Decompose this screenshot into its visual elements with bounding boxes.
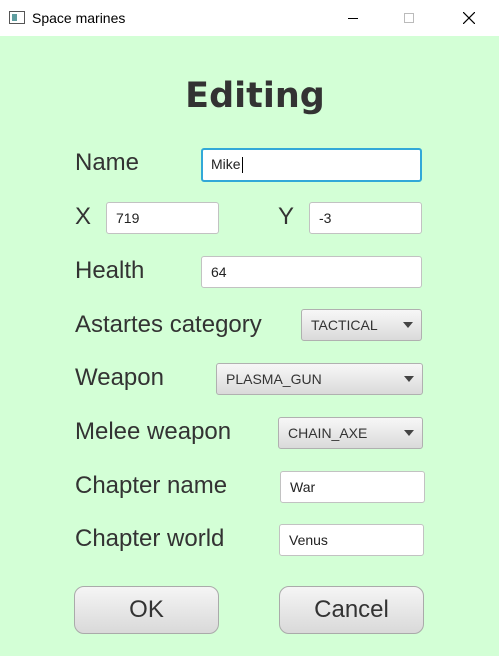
close-button[interactable] [446, 0, 492, 36]
y-input[interactable]: -3 [309, 202, 422, 234]
y-label: Y [278, 203, 295, 230]
melee-weapon-select[interactable]: CHAIN_AXE [278, 417, 423, 449]
name-input[interactable]: Mike [201, 148, 422, 182]
x-input[interactable]: 719 [106, 202, 219, 234]
chapter-world-input[interactable]: Venus [279, 524, 424, 556]
window-title: Space marines [32, 10, 126, 26]
name-label: Name [75, 149, 140, 176]
health-value: 64 [211, 264, 227, 280]
chapter-name-value: War [290, 479, 316, 495]
page-title: Editing [185, 76, 325, 116]
name-value: Mike [211, 156, 241, 172]
chapter-name-input[interactable]: War [280, 471, 425, 503]
minimize-icon [348, 17, 358, 19]
title-bar: Space marines [0, 0, 499, 36]
close-icon [463, 12, 475, 24]
x-label: X [75, 203, 92, 230]
weapon-select[interactable]: PLASMA_GUN [216, 363, 423, 395]
maximize-button[interactable] [386, 0, 432, 36]
cancel-button[interactable]: Cancel [279, 586, 424, 634]
chapter-name-label: Chapter name [75, 472, 228, 499]
app-window-icon [9, 11, 25, 24]
y-value: -3 [319, 210, 332, 226]
chevron-down-icon [404, 376, 414, 382]
weapon-value: PLASMA_GUN [226, 371, 322, 387]
melee-weapon-value: CHAIN_AXE [288, 425, 368, 441]
weapon-label: Weapon [75, 364, 164, 391]
chevron-down-icon [403, 322, 413, 328]
chapter-world-label: Chapter world [75, 525, 225, 552]
astartes-category-value: TACTICAL [311, 317, 378, 333]
form-panel: Editing Name Mike X 719 Y -3 Health 64 A… [0, 36, 499, 656]
melee-weapon-label: Melee weapon [75, 418, 232, 445]
ok-button[interactable]: OK [74, 586, 219, 634]
health-label: Health [75, 257, 145, 284]
chapter-world-value: Venus [289, 532, 328, 548]
astartes-category-select[interactable]: TACTICAL [301, 309, 422, 341]
chevron-down-icon [404, 430, 414, 436]
x-value: 719 [116, 210, 140, 226]
minimize-button[interactable] [330, 0, 376, 36]
maximize-icon [404, 13, 414, 23]
text-caret [241, 157, 243, 174]
health-input[interactable]: 64 [201, 256, 422, 288]
astartes-category-label: Astartes category [75, 311, 262, 338]
